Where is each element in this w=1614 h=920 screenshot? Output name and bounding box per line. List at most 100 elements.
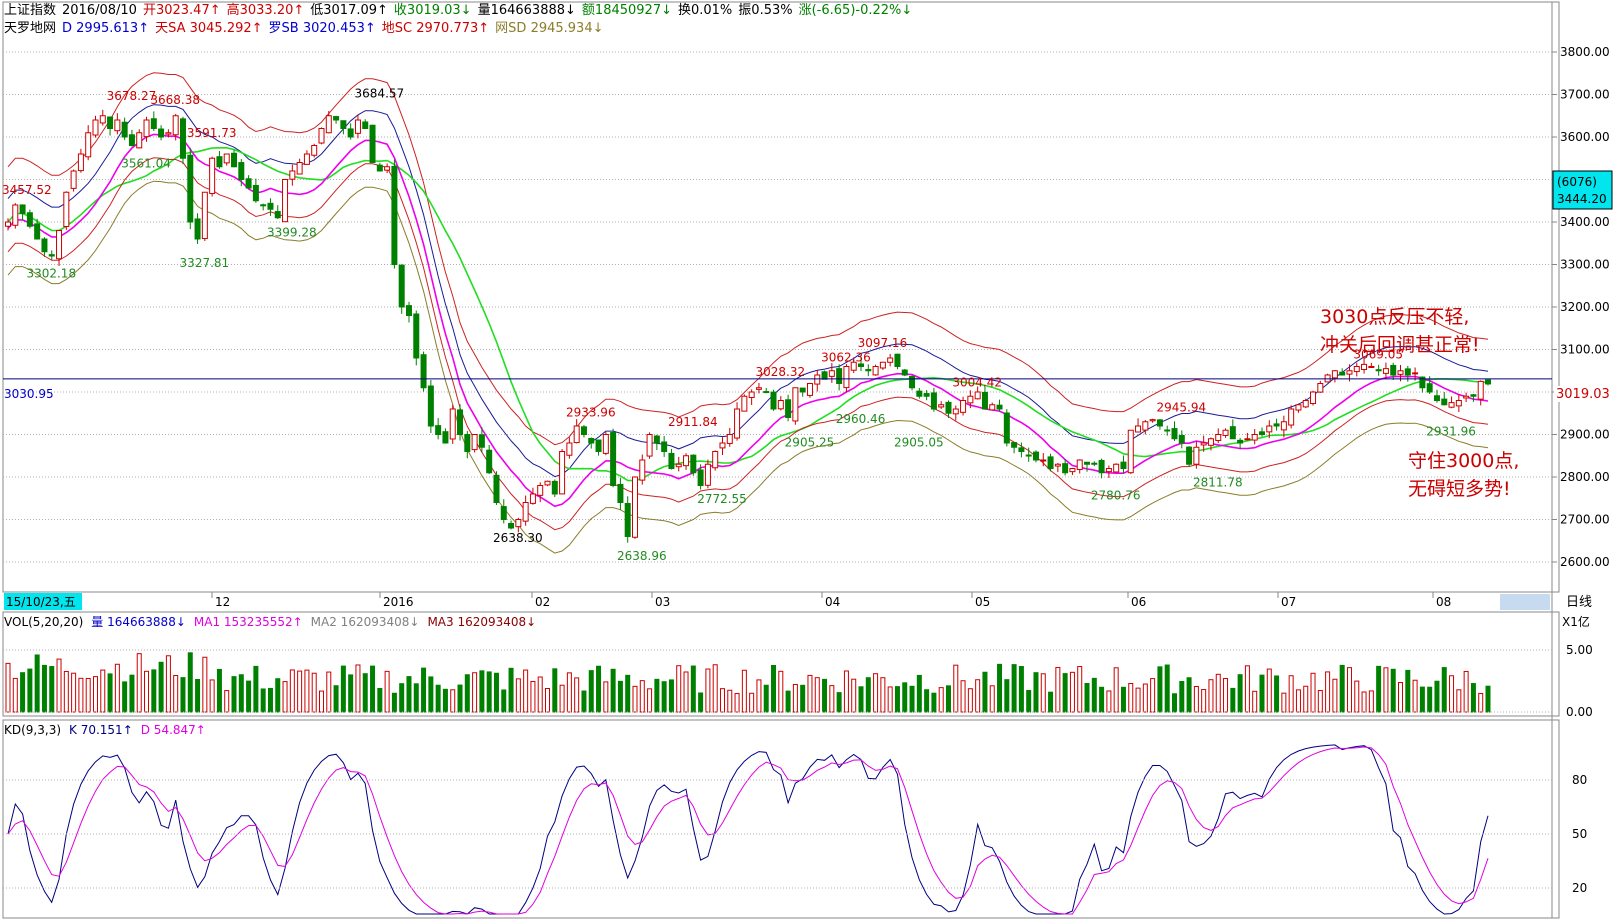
candle-body <box>19 204 26 214</box>
volume-bar <box>1179 680 1185 713</box>
volume-bar <box>12 677 18 713</box>
volume-bar <box>705 668 711 713</box>
candle-body <box>529 493 536 504</box>
candle-body <box>1244 438 1251 441</box>
annotation-top-1: 3030点反压不轻, <box>1320 306 1469 328</box>
candle-body <box>172 115 179 136</box>
candle-body <box>865 369 872 372</box>
volume-bar <box>406 676 412 713</box>
header-item: 上证指数 <box>4 3 56 18</box>
volume-bar <box>749 692 755 713</box>
volume-bar <box>1288 675 1294 713</box>
candle-body <box>303 153 310 165</box>
volume-bar <box>1004 679 1010 713</box>
volume-bar <box>552 668 558 713</box>
header-item: 高3033.20↑ <box>227 2 305 18</box>
volume-bar <box>967 688 973 713</box>
candle-body <box>1353 366 1360 373</box>
volume-bar <box>953 664 959 713</box>
period-label[interactable]: 日线 <box>1566 595 1592 610</box>
header-item: 网SD 2945.934↓ <box>495 21 603 36</box>
candle-body <box>1120 461 1127 469</box>
candle-body <box>231 152 238 168</box>
volume-bar <box>1368 690 1374 713</box>
candle-body <box>580 426 587 436</box>
volume-bar <box>1230 687 1236 713</box>
annotation-bottom-2: 无碍短多势! <box>1408 478 1511 500</box>
volume-tick-label: 0.00 <box>1566 705 1593 719</box>
volume-bar <box>515 678 521 713</box>
header-item: 开3023.47↑ <box>143 3 221 18</box>
volume-bar <box>1099 686 1105 713</box>
volume-bar <box>158 661 164 713</box>
volume-bar <box>1463 670 1469 713</box>
candle-body <box>187 154 194 223</box>
volume-bar <box>100 669 106 713</box>
month-label: 12 <box>215 595 230 609</box>
candle-body <box>1258 431 1265 436</box>
candle-body <box>617 483 624 503</box>
candle-body <box>806 383 813 396</box>
candle-body <box>1375 369 1382 372</box>
candle-body <box>274 211 281 219</box>
price-label: 2638.96 <box>617 549 667 563</box>
volume-bar <box>442 688 448 713</box>
price-label: 3097.16 <box>858 336 908 350</box>
candle-body <box>333 116 340 121</box>
volume-bar <box>574 677 580 713</box>
stock-chart[interactable]: 3800.003700.003600.003500.003400.003300.… <box>0 0 1614 920</box>
volume-bar <box>1186 677 1192 713</box>
candle-body <box>1339 371 1346 376</box>
candle-body <box>1025 454 1032 457</box>
candle-body <box>1127 429 1134 474</box>
volume-bar <box>792 683 798 713</box>
candle-body <box>704 463 711 486</box>
volume-bar <box>1062 673 1068 713</box>
time-scroll-thumb[interactable] <box>1500 594 1550 610</box>
kd-tick-label: 50 <box>1572 827 1587 841</box>
volume-bar <box>1040 673 1046 713</box>
volume-bar <box>727 689 733 713</box>
volume-bar <box>545 688 551 713</box>
annotation-bottom-1: 守住3000点, <box>1408 450 1519 472</box>
candle-body <box>522 502 529 522</box>
candle-body <box>1470 394 1477 397</box>
volume-bar <box>253 665 259 713</box>
volume-bar <box>858 686 864 713</box>
volume-bar <box>1383 667 1389 713</box>
legend-item: VOL(5,20,20) <box>4 615 83 629</box>
candle-body <box>1091 462 1098 465</box>
price-label: 3457.52 <box>2 183 52 197</box>
candle-body <box>967 395 974 404</box>
volume-bar <box>348 674 354 713</box>
candle-body <box>252 185 259 202</box>
volume-bar <box>712 664 718 713</box>
volume-bar <box>1150 678 1156 713</box>
volume-bar <box>1332 678 1338 713</box>
candle-body <box>311 145 318 156</box>
candle-body <box>1200 442 1207 446</box>
price-label: 3684.57 <box>355 86 405 100</box>
header-item: 量164663888↓ <box>478 3 576 18</box>
volume-bar <box>428 676 434 713</box>
candle-body <box>1076 459 1083 471</box>
price-label: 3004.42 <box>952 375 1002 389</box>
volume-bar <box>282 681 288 713</box>
volume-bar <box>654 678 660 713</box>
volume-bar <box>1135 687 1141 713</box>
price-label: 2931.96 <box>1426 424 1476 438</box>
volume-bar <box>1274 675 1280 713</box>
candle-body <box>493 474 500 503</box>
candle-body <box>1156 419 1163 427</box>
candle-body <box>734 408 741 439</box>
candle-body <box>1011 442 1018 448</box>
volume-bar <box>843 670 849 713</box>
candle-body <box>354 119 361 134</box>
volume-bar <box>231 676 237 713</box>
candle-body <box>1113 463 1120 473</box>
volume-bar <box>997 663 1003 713</box>
volume-bar <box>209 679 215 713</box>
volume-bar <box>1339 664 1345 713</box>
price-label: 2811.78 <box>1193 475 1243 489</box>
candle-body <box>223 153 230 164</box>
